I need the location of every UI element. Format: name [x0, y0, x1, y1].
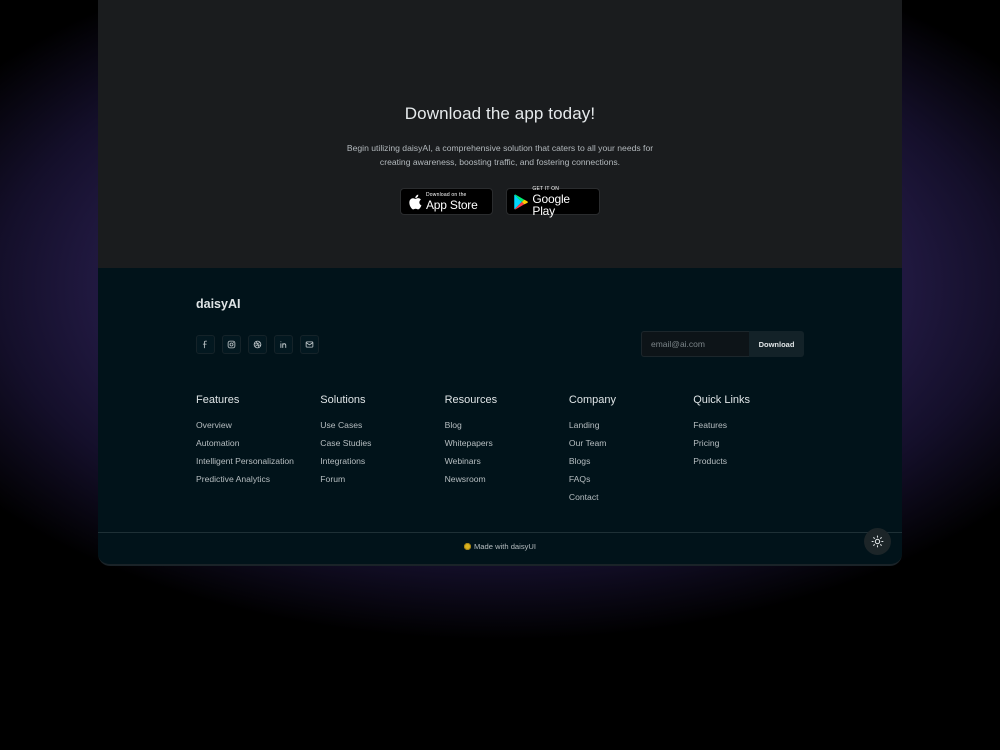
- made-with-daisyui: Made with daisyUI: [98, 542, 902, 551]
- footer-link[interactable]: Pricing: [693, 438, 817, 456]
- footer-link[interactable]: Features: [693, 420, 817, 438]
- facebook-icon: [202, 340, 208, 349]
- page-frame: Download the app today! Begin utilizing …: [98, 0, 902, 566]
- footer-link[interactable]: Landing: [569, 420, 693, 438]
- footer-column-company: Company Landing Our Team Blogs FAQs Cont…: [569, 394, 693, 510]
- footer-divider: [98, 532, 902, 533]
- sun-icon: [871, 535, 884, 548]
- footer-link-columns: Features Overview Automation Intelligent…: [196, 394, 817, 510]
- made-with-text: Made with daisyUI: [473, 542, 537, 551]
- social-email-link[interactable]: [300, 335, 319, 354]
- footer-column-features: Features Overview Automation Intelligent…: [196, 394, 320, 510]
- footer-column-solutions: Solutions Use Cases Case Studies Integra…: [320, 394, 444, 510]
- app-store-small-text: Download on the: [426, 191, 467, 198]
- footer-link[interactable]: Webinars: [445, 456, 569, 474]
- store-badges: Download on the App Store GET IT ON Goog…: [400, 185, 600, 218]
- footer-link[interactable]: Intelligent Personalization: [196, 456, 320, 474]
- social-instagram-link[interactable]: [222, 335, 241, 354]
- column-title: Solutions: [320, 394, 366, 406]
- app-store-big-text: App Store: [426, 197, 478, 212]
- apple-icon: [409, 194, 422, 209]
- download-button[interactable]: Download: [749, 331, 804, 357]
- download-cta-section: Download the app today! Begin utilizing …: [98, 0, 902, 268]
- subscribe-form: Download: [641, 331, 804, 357]
- column-title: Quick Links: [693, 394, 751, 406]
- social-linkedin-link[interactable]: [274, 335, 293, 354]
- footer-link[interactable]: FAQs: [569, 474, 693, 492]
- linkedin-icon: [280, 341, 287, 348]
- footer-link[interactable]: Contact: [569, 492, 693, 510]
- footer-link[interactable]: Blogs: [569, 456, 693, 474]
- footer-column-quick-links: Quick Links Features Pricing Products: [693, 394, 817, 510]
- google-play-button[interactable]: GET IT ON Google Play: [506, 185, 600, 218]
- footer-link[interactable]: Predictive Analytics: [196, 474, 320, 492]
- footer-link[interactable]: Blog: [445, 420, 569, 438]
- google-play-icon: [514, 194, 528, 209]
- footer-link[interactable]: Overview: [196, 420, 320, 438]
- app-store-button[interactable]: Download on the App Store: [400, 188, 493, 215]
- daisy-flower-icon: [463, 543, 471, 550]
- social-links: [196, 335, 319, 354]
- column-title: Company: [568, 394, 616, 406]
- theme-toggle-button[interactable]: [864, 528, 891, 555]
- footer: daisyAI Download Features: [98, 268, 902, 564]
- social-dribbble-link[interactable]: [248, 335, 267, 354]
- column-title: Resources: [444, 394, 498, 406]
- cta-title: Download the app today!: [404, 104, 596, 123]
- email-input[interactable]: [641, 331, 749, 357]
- footer-link[interactable]: Use Cases: [320, 420, 444, 438]
- footer-link[interactable]: Automation: [196, 438, 320, 456]
- cta-description: Begin utilizing daisyAI, a comprehensive…: [346, 143, 654, 167]
- social-facebook-link[interactable]: [196, 335, 215, 354]
- footer-link[interactable]: Newsroom: [445, 474, 569, 492]
- column-title: Features: [196, 394, 240, 406]
- footer-link[interactable]: Our Team: [569, 438, 693, 456]
- footer-link[interactable]: Whitepapers: [445, 438, 569, 456]
- footer-link[interactable]: Integrations: [320, 456, 444, 474]
- instagram-icon: [227, 340, 236, 349]
- footer-column-resources: Resources Blog Whitepapers Webinars News…: [445, 394, 569, 510]
- google-play-big-text: Google Play: [532, 191, 570, 218]
- footer-brand-logo[interactable]: daisyAI: [196, 297, 240, 311]
- footer-link[interactable]: Case Studies: [320, 438, 444, 456]
- footer-link[interactable]: Products: [693, 456, 817, 474]
- google-play-small-text: GET IT ON: [532, 185, 560, 192]
- mail-icon: [305, 341, 314, 348]
- dribbble-icon: [253, 340, 262, 349]
- footer-link[interactable]: Forum: [320, 474, 444, 492]
